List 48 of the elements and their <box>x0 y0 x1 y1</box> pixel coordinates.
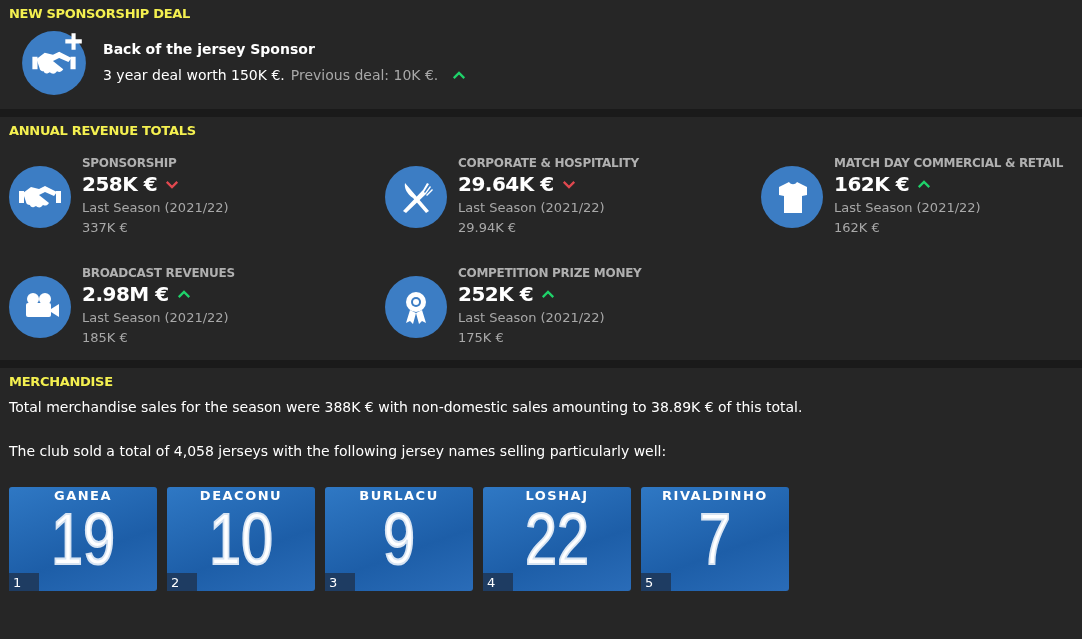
shirt-icon <box>761 166 823 228</box>
revenue-value: 29.64K € <box>458 172 554 196</box>
revenue-label: SPONSORSHIP <box>82 156 178 170</box>
revenue-value: 2.98M € <box>82 282 169 306</box>
merchandise-summary: Total merchandise sales for the season were 388K € with non-domestic sales amounting to 38.89K € of this total. <box>9 399 804 415</box>
rank-badge: 1 <box>9 573 40 591</box>
deal-terms: 3 year deal worth 150K €. <box>103 67 285 83</box>
last-season-value: 29.94K € <box>458 219 518 237</box>
jersey-name: DEACONU <box>199 488 283 503</box>
jersey-number: 22 <box>524 503 590 575</box>
jersey-number: 10 <box>208 503 274 575</box>
rosette-icon <box>385 276 447 338</box>
section-heading: NEW SPONSORSHIP DEAL <box>9 6 192 21</box>
jersey-sales-text: The club sold a total of 4,058 jerseys with the following jersey names selling particularly well: <box>9 443 668 459</box>
revenue-value: 258K € <box>82 172 158 196</box>
rank-badge: 4 <box>483 573 514 591</box>
film-camera-icon <box>9 276 71 338</box>
revenue-label: BROADCAST REVENUES <box>82 266 235 280</box>
jersey-name: GANEA <box>53 488 113 503</box>
rank-badge: 2 <box>167 573 198 591</box>
revenue-value: 252K € <box>458 282 534 306</box>
jersey-number: 19 <box>50 503 116 575</box>
previous-deal: Previous deal: 10K €. <box>290 67 439 83</box>
last-season-label: Last Season (2021/22) <box>82 199 229 217</box>
jersey-name: LOSHAJ <box>525 488 589 503</box>
revenue-label: COMPETITION PRIZE MONEY <box>458 266 642 280</box>
last-season-label: Last Season (2021/22) <box>458 199 606 217</box>
rank-badge: 3 <box>325 573 356 591</box>
last-season-value: 162K € <box>834 219 881 237</box>
knife-and-fork-icon <box>385 166 447 228</box>
last-season-label: Last Season (2021/22) <box>834 199 982 217</box>
last-season-value: 175K € <box>458 329 505 347</box>
rank-badge: 5 <box>641 573 672 591</box>
jersey-name: BURLACU <box>359 488 439 503</box>
last-season-label: Last Season (2021/22) <box>82 309 230 327</box>
revenue-label: MATCH DAY COMMERCIAL & RETAIL <box>834 156 1064 170</box>
jersey-number: 7 <box>698 503 731 575</box>
jersey-number: 9 <box>382 503 415 575</box>
jersey-name: RIVALDINHO <box>662 488 768 503</box>
section-heading: MERCHANDISE <box>9 374 114 389</box>
last-season-label: Last Season (2021/22) <box>458 309 606 327</box>
last-season-value: 337K € <box>82 219 129 237</box>
last-season-value: 185K € <box>82 329 129 347</box>
section-heading: ANNUAL REVENUE TOTALS <box>9 123 197 138</box>
revenue-value: 162K € <box>834 172 910 196</box>
handshake-icon <box>9 166 71 228</box>
deal-title: Back of the jersey Sponsor <box>103 41 316 57</box>
revenue-label: CORPORATE & HOSPITALITY <box>458 156 639 170</box>
